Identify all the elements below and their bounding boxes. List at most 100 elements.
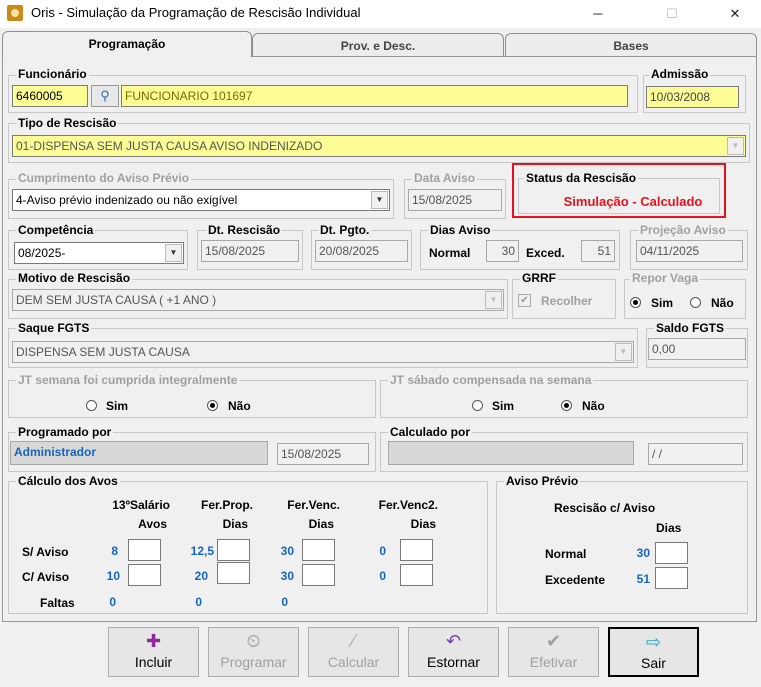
row-label-s-aviso: S/ Aviso [22,545,69,559]
motivo-select[interactable]: DEM SEM JUSTA CAUSA ( +1 ANO ) ▼ [12,289,504,311]
faltas-fer-venc-value: 0 [281,595,288,609]
dt-rescisao-field[interactable]: 15/08/2025 [201,240,299,262]
jt-semana-sim-radio[interactable] [86,400,97,411]
jt-sabado-sim-radio[interactable] [472,400,483,411]
sair-button-label: Sair [641,655,666,671]
cumprimento-label: Cumprimento do Aviso Prévio [16,171,192,185]
aviso-previo-normal-input[interactable] [655,542,688,564]
col-header-fer-venc-dias: Dias [308,517,334,531]
cumprimento-select[interactable]: 4-Aviso prévio indenizado ou não exigíve… [12,189,390,211]
dias-aviso-normal-label: Normal [429,246,471,260]
grrf-checkbox-label: Recolher [541,294,593,308]
maximize-button[interactable]: ☐ [649,0,695,28]
col-header-fer-prop-dias: Dias [222,517,248,531]
repor-sim-radio[interactable] [630,297,641,308]
dt-rescisao-label: Dt. Rescisão [206,223,283,237]
competencia-select[interactable]: 08/2025- ▼ [14,242,184,264]
app-icon [7,5,23,21]
incluir-button[interactable]: ✚ Incluir [108,627,199,677]
s-aviso-fer-venc-input[interactable] [302,539,335,561]
clock-icon: ⏲ [246,631,261,651]
aviso-previo-exced-value: 51 [636,572,650,586]
c-aviso-fer-prop-input[interactable] [217,562,250,584]
programado-label: Programado por [16,425,114,439]
admissao-label: Admissão [649,67,711,81]
funcionario-code-field[interactable]: 6460005 [12,85,88,107]
funcionario-label: Funcionário [16,67,89,81]
aviso-previo-label: Aviso Prévio [504,474,581,488]
chevron-down-icon[interactable]: ▼ [615,343,632,361]
jt-sabado-label: JT sábado compensada na semana [388,373,594,387]
s-aviso-fer-venc-value: 30 [280,544,294,558]
calcular-button[interactable]: ⁄ Calcular [308,627,399,677]
dias-aviso-label: Dias Aviso [428,223,493,237]
s-aviso-13-input[interactable] [128,539,161,561]
motivo-label: Motivo de Rescisão [16,271,133,285]
aviso-previo-exced-label: Excedente [545,573,606,587]
estornar-button[interactable]: ↶ Estornar [408,627,499,677]
chevron-down-icon[interactable]: ▼ [371,191,388,209]
tab-prov-desc[interactable]: Prov. e Desc. [252,33,504,57]
status-label: Status da Rescisão [524,171,639,185]
jt-semana-nao-radio[interactable] [207,400,218,411]
s-aviso-fer-venc2-input[interactable] [400,539,433,561]
tipo-rescisao-value: 01-DISPENSA SEM JUSTA CAUSA AVISO INDENI… [16,139,323,153]
search-person-icon[interactable]: ⚲ [91,85,119,107]
saque-select[interactable]: DISPENSA SEM JUSTA CAUSA ▼ [12,341,634,363]
undo-arrow-icon: ↶ [445,631,462,651]
chevron-down-icon[interactable]: ▼ [727,137,744,155]
sair-button[interactable]: ⇨ Sair [608,627,699,677]
col-header-avos: Avos [138,517,167,531]
chevron-down-icon[interactable]: ▼ [485,291,502,309]
calculado-user-field [388,441,634,465]
calculo-label: Cálculo dos Avos [16,474,120,488]
exit-arrow-icon: ⇨ [645,632,662,652]
c-aviso-13-input[interactable] [128,564,161,586]
chevron-down-icon[interactable]: ▼ [165,244,182,262]
saldo-label: Saldo FGTS [654,321,727,335]
dias-aviso-exced-field: 51 [581,240,615,262]
competencia-label: Competência [16,223,96,237]
col-header-fer-prop: Fer.Prop. [200,498,253,512]
col-header-fer-venc2: Fer.Venc2. [378,498,438,512]
col-header-fer-venc: Fer.Venc. [287,498,340,512]
faltas-fer-prop-value: 0 [195,595,202,609]
c-aviso-fer-venc-input[interactable] [302,564,335,586]
repor-nao-radio[interactable] [690,297,701,308]
s-aviso-13-value: 8 [111,544,118,558]
data-aviso-label: Data Aviso [412,171,478,185]
calculado-date-field: / / [648,443,743,465]
s-aviso-fer-prop-value: 12,5 [190,544,214,558]
col-header-13-salario: 13ºSalário [112,498,170,512]
jt-sabado-nao-radio[interactable] [561,400,572,411]
minimize-button[interactable]: ─ [575,0,621,28]
dt-pgto-field[interactable]: 20/08/2025 [315,240,408,262]
tab-bases[interactable]: Bases [505,33,757,57]
aviso-previo-normal-value: 30 [636,546,650,560]
saque-label: Saque FGTS [16,321,92,335]
c-aviso-fer-venc2-input[interactable] [400,564,433,586]
window-title: Oris - Simulação da Programação de Resci… [31,5,361,20]
dt-pgto-label: Dt. Pgto. [318,223,372,237]
c-aviso-fer-venc2-value: 0 [379,569,386,583]
s-aviso-fer-venc2-value: 0 [379,544,386,558]
calculator-icon: ⁄ [351,631,355,651]
c-aviso-fer-prop-value: 20 [194,569,208,583]
grrf-checkbox[interactable]: ✔ [518,294,531,307]
saldo-field: 0,00 [648,338,746,360]
aviso-previo-exced-input[interactable] [655,567,688,589]
s-aviso-fer-prop-input[interactable] [217,539,250,561]
aviso-previo-dias-header: Dias [656,521,682,535]
incluir-button-label: Incluir [134,654,173,670]
jt-semana-sim-label: Sim [106,399,129,413]
aviso-previo-header: Rescisão c/ Aviso [554,501,656,515]
tab-programacao[interactable]: Programação [2,31,252,57]
repor-sim-label: Sim [651,296,674,310]
aviso-previo-normal-label: Normal [545,547,587,561]
row-label-c-aviso: C/ Aviso [22,570,70,584]
programar-button[interactable]: ⏲ Programar [208,627,299,677]
efetivar-button[interactable]: ✔ Efetivar [508,627,599,677]
programado-user-field: Administrador [10,441,268,465]
tipo-rescisao-select[interactable]: 01-DISPENSA SEM JUSTA CAUSA AVISO INDENI… [12,135,746,157]
close-button[interactable]: ✕ [712,0,758,28]
